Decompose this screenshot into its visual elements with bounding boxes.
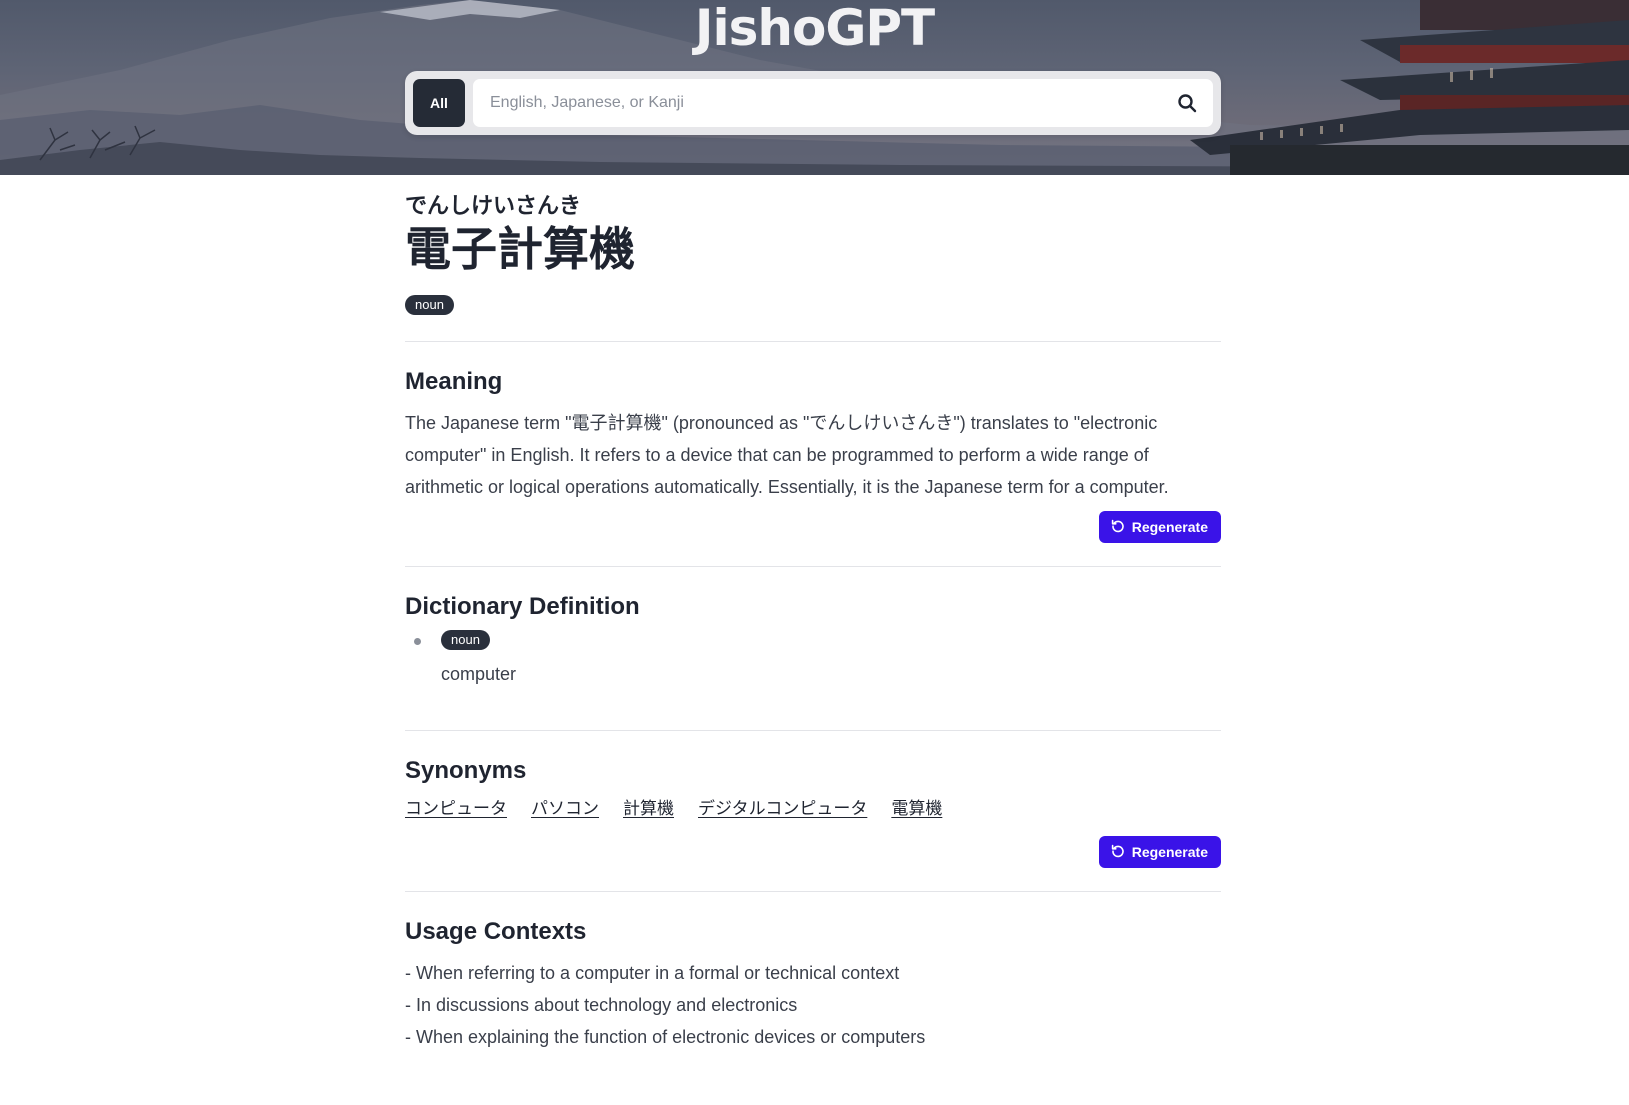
divider xyxy=(405,566,1221,567)
meaning-heading: Meaning xyxy=(405,368,503,395)
search-icon[interactable] xyxy=(1175,91,1199,115)
synonym-link[interactable]: 計算機 xyxy=(623,797,674,821)
part-of-speech-badge: noun xyxy=(405,295,454,315)
entry-reading: でんしけいさんき xyxy=(405,194,582,219)
synonym-link[interactable]: パソコン xyxy=(531,797,599,821)
definition-pos-badge: noun xyxy=(441,630,490,650)
usage-heading: Usage Contexts xyxy=(405,918,587,945)
entry-content: でんしけいさんき 電子計算機 noun Meaning The Japanese… xyxy=(405,175,1221,1053)
definition-text: computer xyxy=(441,664,517,684)
synonyms-section: Synonyms コンピュータ パソコン 計算機 デジタルコンピュータ 電算機 … xyxy=(405,756,1221,868)
search-filter-button[interactable]: All xyxy=(413,79,465,127)
regenerate-label: Regenerate xyxy=(1131,519,1208,535)
divider xyxy=(405,730,1221,731)
definition-item: noun computer xyxy=(405,630,1221,686)
bullet-icon xyxy=(414,638,421,645)
hero-banner: JishoGPT All xyxy=(0,0,1629,175)
regenerate-label: Regenerate xyxy=(1131,844,1208,860)
usage-item: - When explaining the function of electr… xyxy=(405,1027,926,1047)
meaning-text: The Japanese term "電子計算機" (pronounced as… xyxy=(405,413,1169,497)
search-input[interactable] xyxy=(473,79,1153,127)
search-box xyxy=(473,79,1213,127)
synonyms-regenerate-button[interactable]: Regenerate xyxy=(1098,836,1221,868)
usage-item: - In discussions about technology and el… xyxy=(405,995,798,1015)
synonym-link[interactable]: デジタルコンピュータ xyxy=(698,797,867,821)
dictionary-section: Dictionary Definition noun computer xyxy=(405,592,1221,686)
dictionary-heading: Dictionary Definition xyxy=(405,593,640,620)
usage-list: - When referring to a computer in a form… xyxy=(405,957,1221,1053)
synonym-list: コンピュータ パソコン 計算機 デジタルコンピュータ 電算機 xyxy=(405,797,1221,821)
divider xyxy=(405,891,1221,892)
divider xyxy=(405,341,1221,342)
search-bar: All xyxy=(405,71,1221,135)
synonym-link[interactable]: コンピュータ xyxy=(405,797,507,821)
meaning-section: Meaning The Japanese term "電子計算機" (prono… xyxy=(405,367,1221,543)
app-title: JishoGPT xyxy=(694,0,935,57)
rotate-ccw-icon xyxy=(1111,844,1125,861)
usage-section: Usage Contexts - When referring to a com… xyxy=(405,917,1221,1053)
definition-list: noun computer xyxy=(405,630,1221,686)
rotate-ccw-icon xyxy=(1111,519,1125,536)
synonym-link[interactable]: 電算機 xyxy=(891,797,942,821)
synonyms-heading: Synonyms xyxy=(405,757,527,784)
meaning-regenerate-button[interactable]: Regenerate xyxy=(1098,511,1221,543)
entry-headword: 電子計算機 xyxy=(405,222,635,276)
usage-item: - When referring to a computer in a form… xyxy=(405,963,900,983)
